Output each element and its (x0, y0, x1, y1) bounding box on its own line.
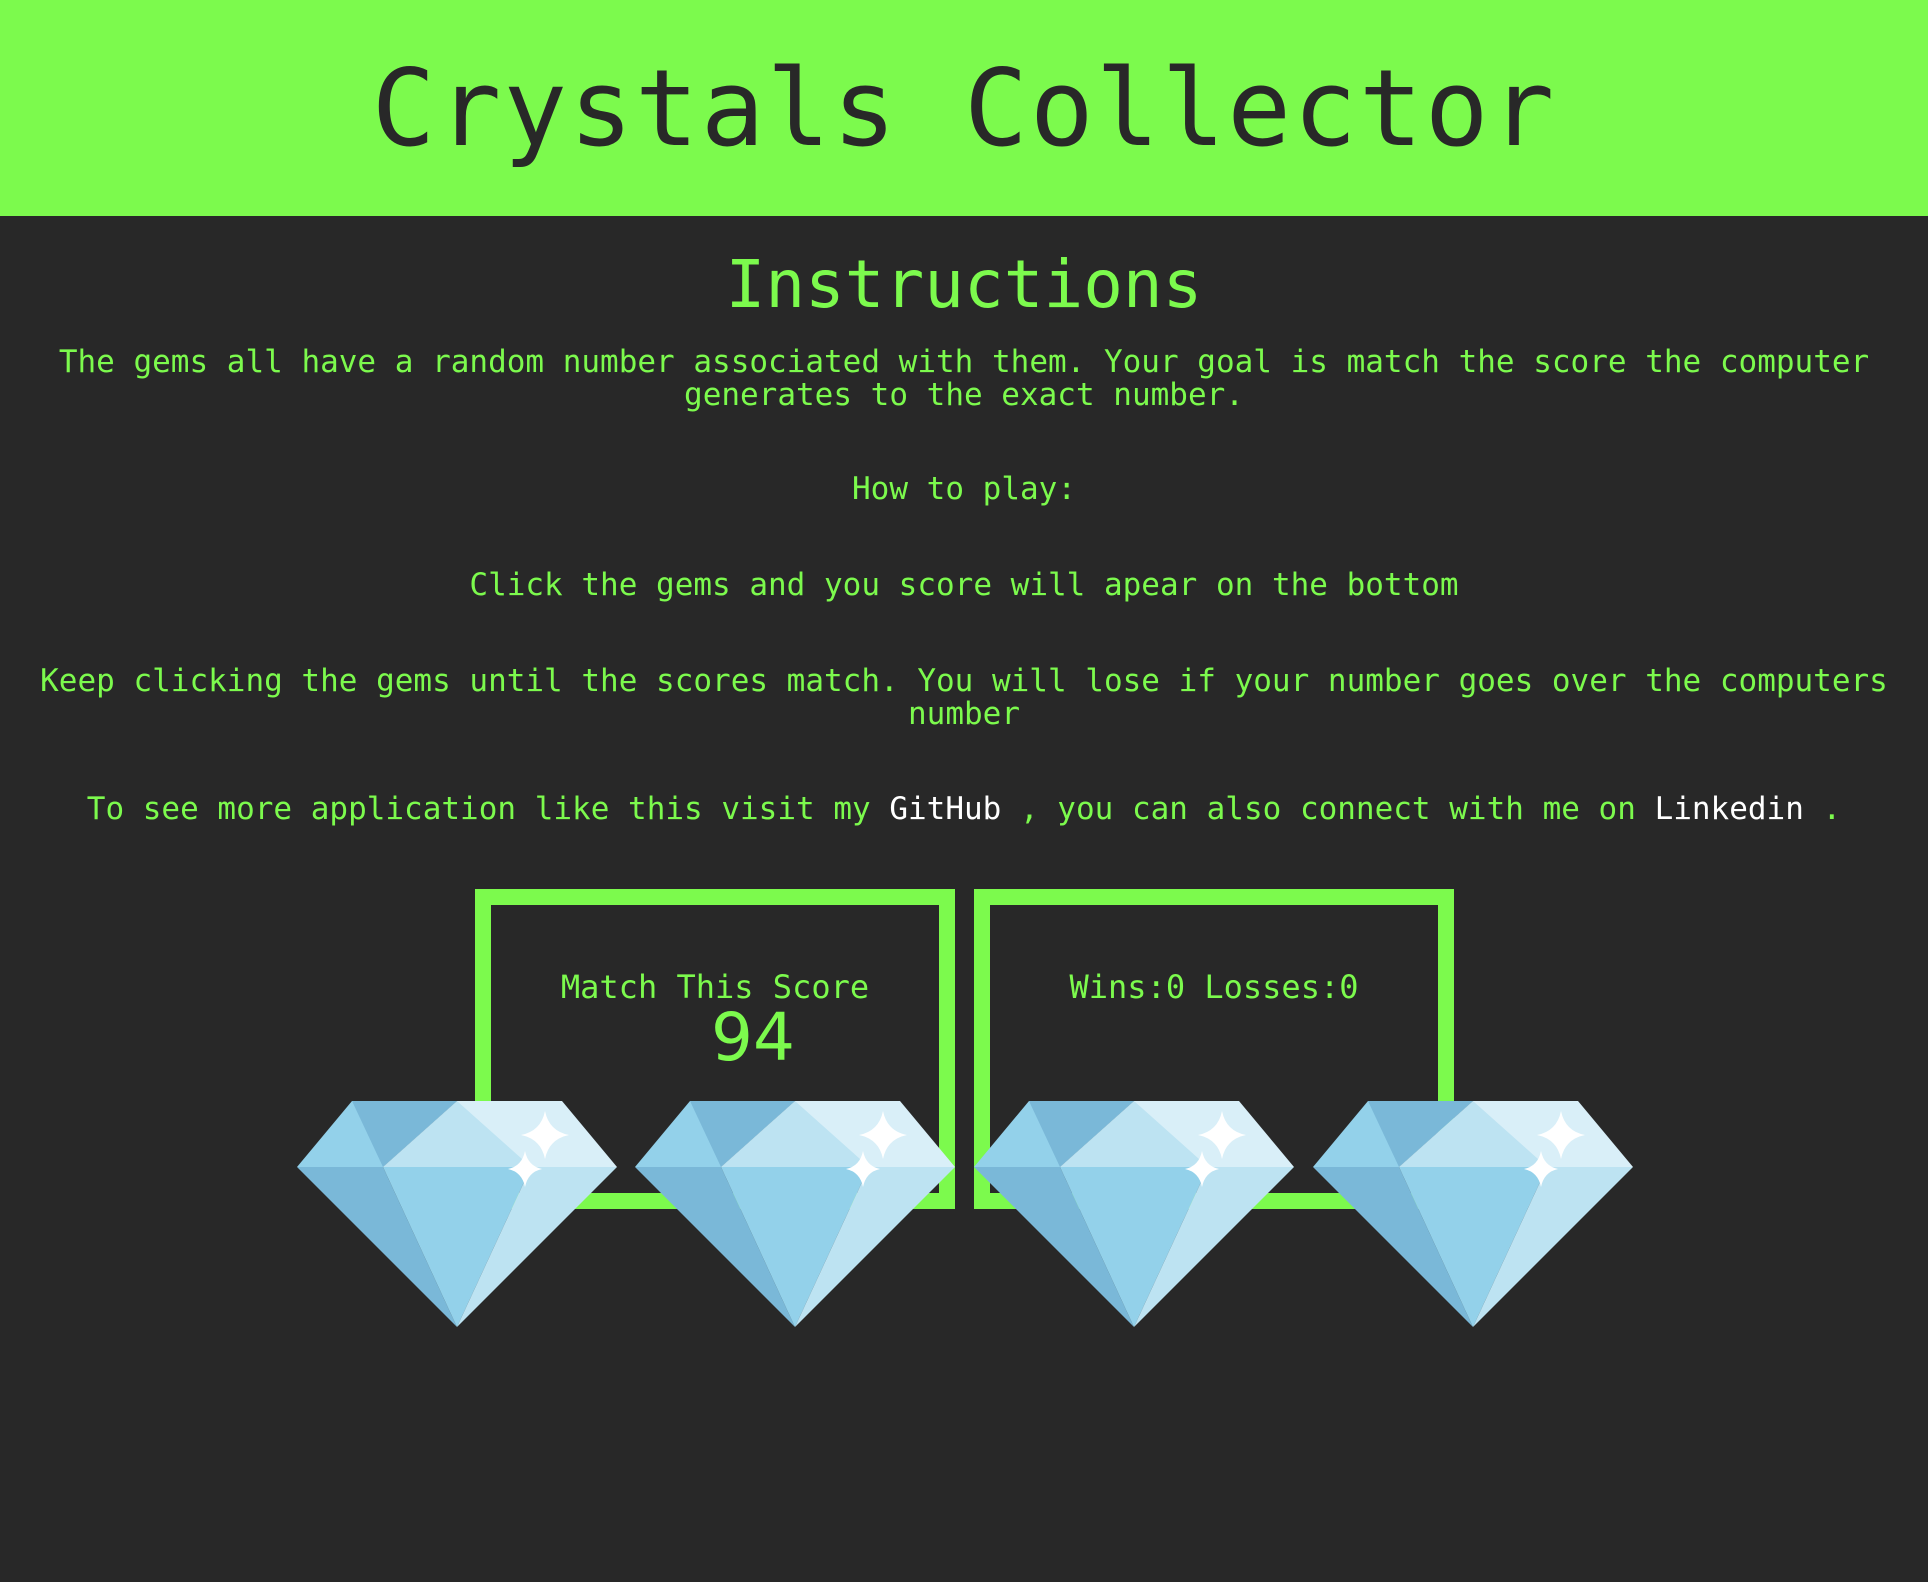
instructions-step-click: Click the gems and you score will apear … (469, 567, 1459, 603)
header-banner: Crystals Collector (0, 0, 1928, 216)
linkedin-link[interactable]: Linkedin (1655, 791, 1804, 827)
target-score-value: 94 (711, 999, 795, 1076)
gem-3-diamond-icon[interactable] (973, 1101, 1295, 1327)
github-link[interactable]: GitHub (889, 791, 1001, 827)
page-title: Crystals Collector (371, 46, 1557, 170)
links-paragraph: To see more application like this visit … (10, 793, 1918, 826)
how-to-play-heading: How to play: (852, 471, 1076, 507)
gem-2-diamond-icon[interactable] (634, 1101, 956, 1327)
gem-4-diamond-icon[interactable] (1312, 1101, 1634, 1327)
gem-1-diamond-icon[interactable] (296, 1101, 618, 1327)
links-middle: , you can also connect with me on (1019, 791, 1636, 827)
instructions-heading: Instructions (725, 246, 1203, 323)
links-prefix: To see more application like this visit … (86, 791, 871, 827)
wins-losses-label: Wins:0 Losses:0 (1069, 968, 1359, 1006)
links-suffix: . (1822, 791, 1842, 827)
instructions-intro: The gems all have a random number associ… (58, 344, 1870, 413)
instructions-step-keep: Keep clicking the gems until the scores … (40, 663, 1888, 732)
